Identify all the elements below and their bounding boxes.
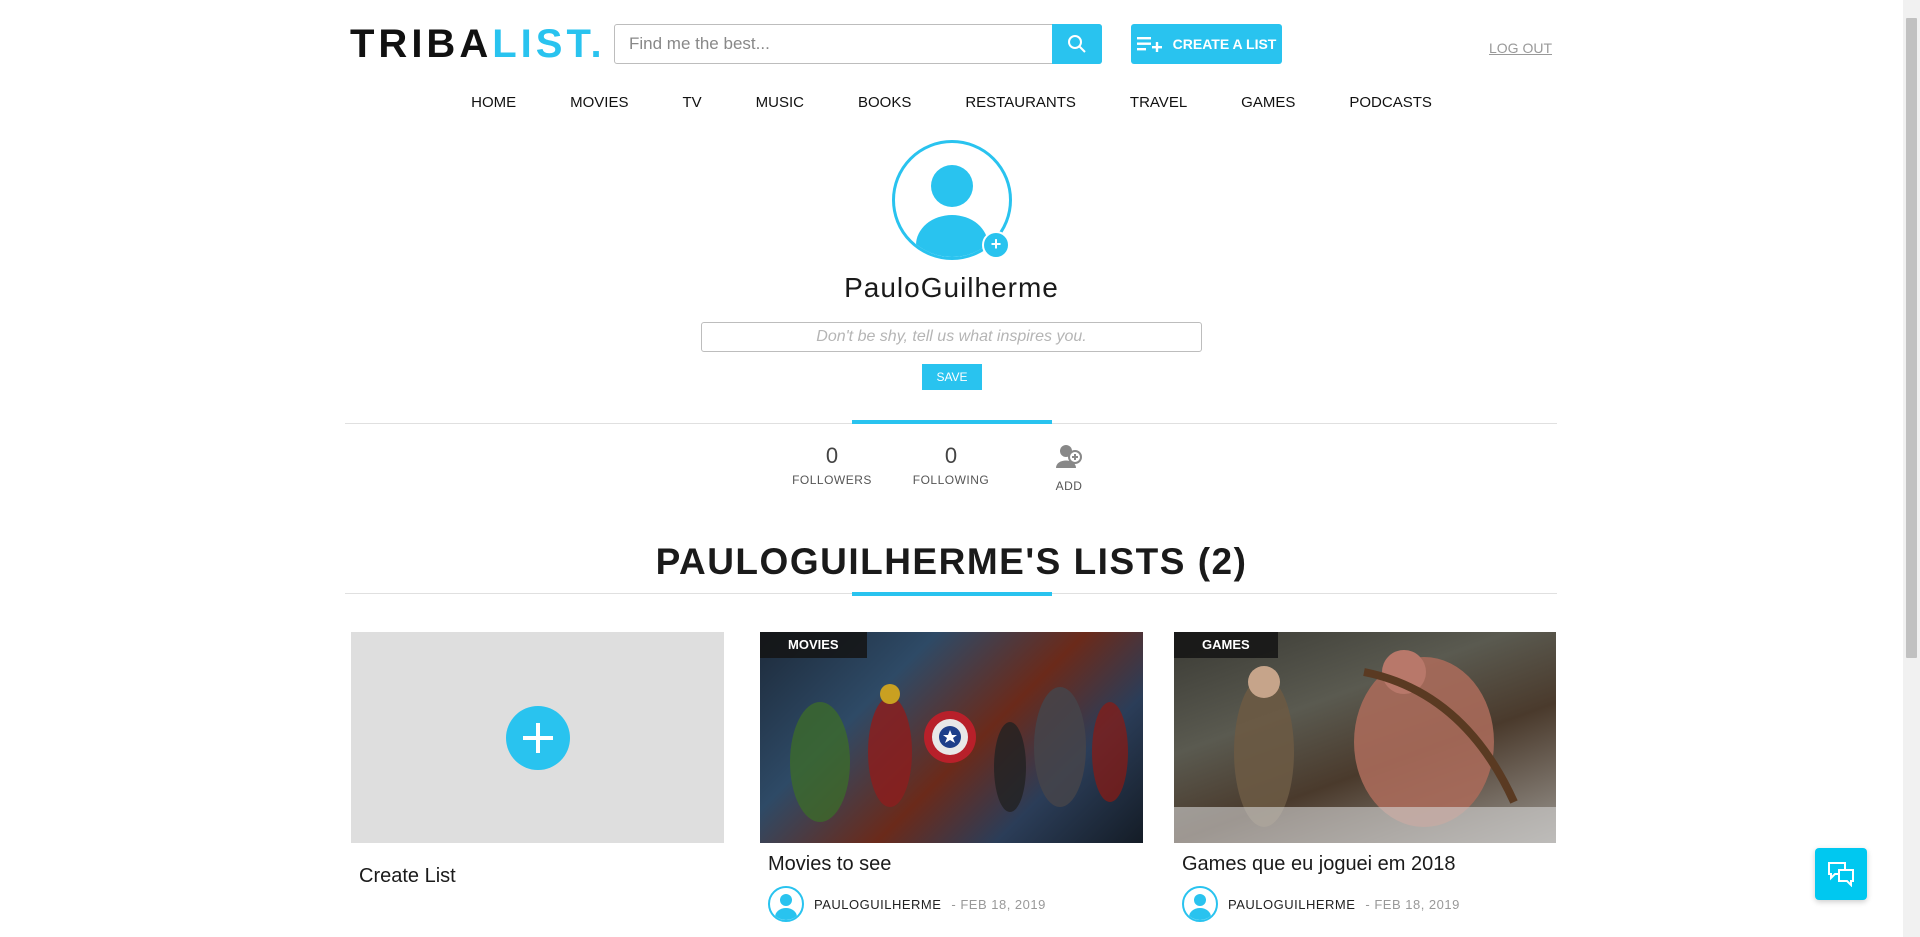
category-badge[interactable]: MOVIES <box>760 632 867 658</box>
list-date: - FEB 18, 2019 <box>1365 896 1460 912</box>
list-meta: PAULOGUILHERME - FEB 18, 2019 <box>1174 886 1556 922</box>
lists-accent-bar <box>852 592 1052 596</box>
chat-button[interactable] <box>1815 848 1867 900</box>
game-cover-art <box>1174 650 1556 843</box>
search-bar <box>614 24 1102 64</box>
nav-item-podcasts[interactable]: PODCASTS <box>1322 93 1459 113</box>
following-count: 0 <box>944 443 958 468</box>
scrollbar-thumb[interactable] <box>1906 18 1917 658</box>
list-cover-image[interactable]: GAMES <box>1174 632 1556 843</box>
nav-item-music[interactable]: MUSIC <box>729 93 831 113</box>
followers-label: FOLLOWERS <box>792 473 872 487</box>
search-icon <box>1068 35 1086 53</box>
lists-heading: PAULOGUILHERME'S LISTS (2) <box>655 541 1248 582</box>
add-friend-stat[interactable]: ADD <box>1019 443 1119 493</box>
list-date: - FEB 18, 2019 <box>951 896 1046 912</box>
page-scrollbar[interactable] <box>1903 0 1920 937</box>
list-title[interactable]: Games que eu joguei em 2018 <box>1174 853 1556 876</box>
movie-poster-art <box>790 684 1128 822</box>
nav-item-books[interactable]: BOOKS <box>831 93 938 113</box>
create-list-card[interactable]: Create List <box>351 632 724 888</box>
followers-count: 0 <box>825 443 839 468</box>
nav-item-home[interactable]: HOME <box>444 93 543 113</box>
list-card[interactable]: MOVIES Movies to see PAULOGUILHERME - FE… <box>760 632 1143 922</box>
search-button[interactable] <box>1052 24 1102 64</box>
list-cover-image[interactable]: MOVIES <box>760 632 1143 843</box>
accent-bar <box>852 420 1052 424</box>
create-list-tile[interactable] <box>351 632 724 843</box>
following-stat[interactable]: 0 FOLLOWING <box>901 443 1001 487</box>
author-avatar[interactable] <box>1182 886 1218 922</box>
create-list-button[interactable]: CREATE A LIST <box>1131 24 1282 64</box>
add-circle-icon <box>505 705 570 770</box>
search-input[interactable] <box>615 25 1052 63</box>
logout-link[interactable]: LOG OUT <box>1489 40 1552 56</box>
create-list-label: CREATE A LIST <box>1172 36 1277 52</box>
category-badge[interactable]: GAMES <box>1174 632 1278 658</box>
create-list-title[interactable]: Create List <box>351 865 724 888</box>
add-friend-label: ADD <box>1055 479 1083 493</box>
bio-input[interactable] <box>701 322 1202 352</box>
save-bio-button[interactable]: SAVE <box>922 364 982 390</box>
profile-username: PauloGuilherme <box>844 272 1059 303</box>
add-user-icon <box>1056 445 1082 468</box>
list-meta: PAULOGUILHERME - FEB 18, 2019 <box>760 886 1143 922</box>
avatar-upload-button[interactable]: + <box>982 231 1010 259</box>
list-title[interactable]: Movies to see <box>760 853 1143 876</box>
chat-icon <box>1828 862 1854 887</box>
tribalist-logo[interactable]: TRIBALIST. <box>350 22 606 66</box>
list-card[interactable]: GAMES Games que eu joguei em 2018 PAULOG… <box>1174 632 1556 922</box>
nav-item-travel[interactable]: TRAVEL <box>1103 93 1214 113</box>
logo-text-accent: LIST. <box>492 22 606 66</box>
author-name[interactable]: PAULOGUILHERME <box>1228 897 1355 912</box>
add-friend-icon-wrap <box>1019 443 1119 475</box>
logo-text-dark: TRIBA <box>350 22 493 66</box>
nav-item-restaurants[interactable]: RESTAURANTS <box>938 93 1103 113</box>
author-name[interactable]: PAULOGUILHERME <box>814 897 941 912</box>
nav-item-games[interactable]: GAMES <box>1214 93 1322 113</box>
playlist-add-icon <box>1136 37 1162 52</box>
main-nav: HOME MOVIES TV MUSIC BOOKS RESTAURANTS T… <box>0 93 1903 113</box>
nav-item-tv[interactable]: TV <box>655 93 728 113</box>
nav-item-movies[interactable]: MOVIES <box>543 93 655 113</box>
followers-stat[interactable]: 0 FOLLOWERS <box>782 443 882 487</box>
author-avatar[interactable] <box>768 886 804 922</box>
following-label: FOLLOWING <box>912 473 990 487</box>
